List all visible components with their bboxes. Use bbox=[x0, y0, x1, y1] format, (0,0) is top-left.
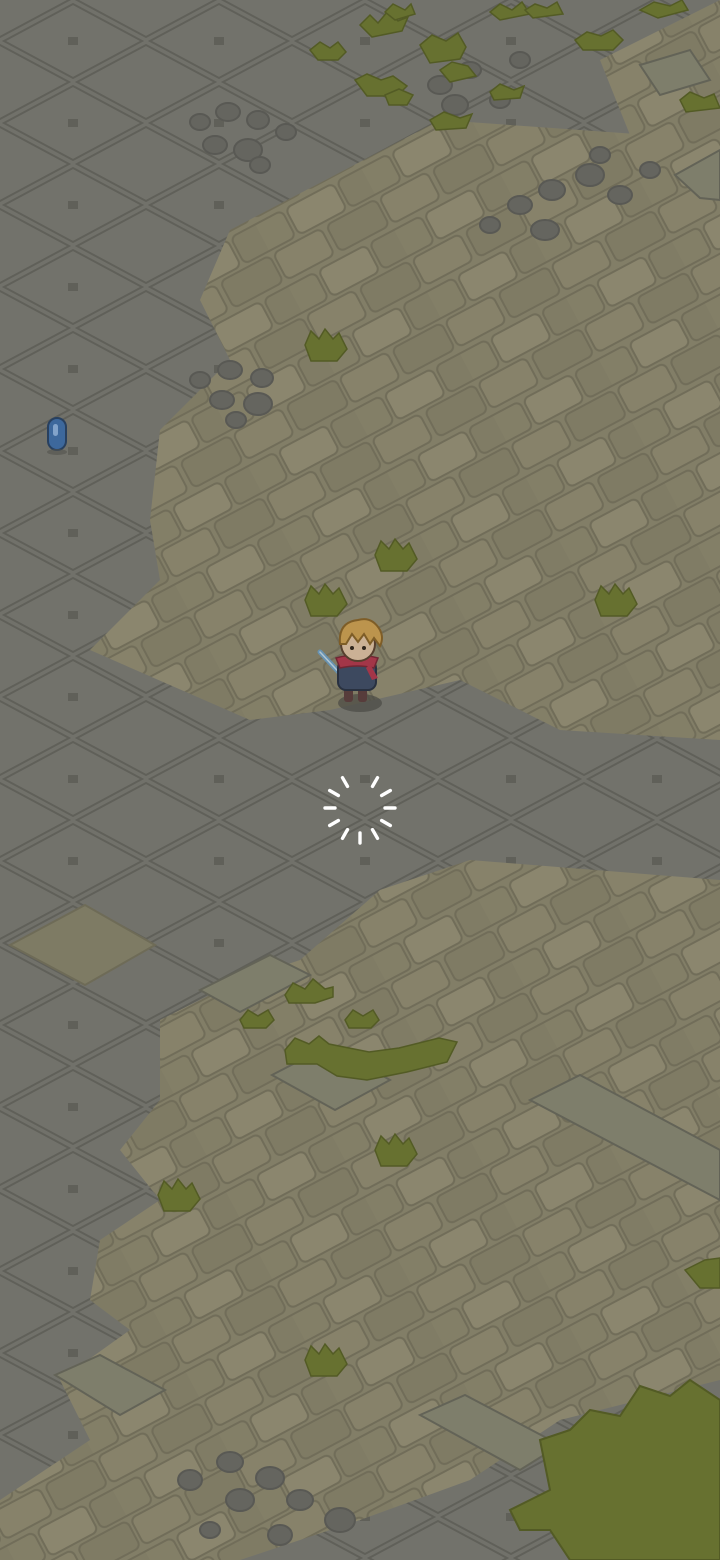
spinner-spoke bbox=[370, 827, 380, 841]
game-viewport[interactable] bbox=[0, 0, 720, 1560]
spinner-spoke bbox=[340, 827, 350, 841]
spinner-spoke bbox=[379, 788, 393, 798]
spinner-spoke bbox=[327, 818, 341, 828]
spinner-spoke bbox=[379, 818, 393, 828]
spinner-spoke bbox=[370, 775, 380, 789]
loading-spinner-icon bbox=[323, 775, 397, 845]
spinner-spoke bbox=[327, 788, 341, 798]
spinner-spoke bbox=[340, 775, 350, 789]
